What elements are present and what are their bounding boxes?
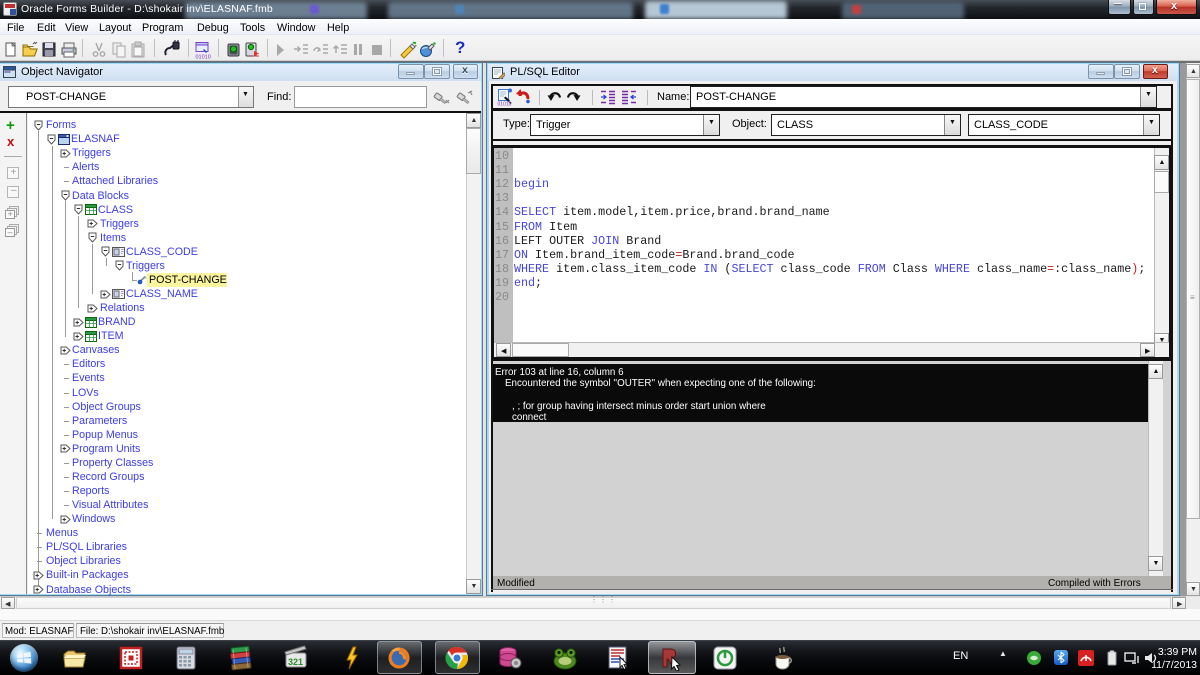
svg-text:–: – [8,227,13,237]
svg-text:321: 321 [288,657,303,667]
svg-text:+: + [8,209,13,219]
svg-text:01010: 01010 [498,102,512,107]
svg-text:01010: 01010 [196,55,211,61]
